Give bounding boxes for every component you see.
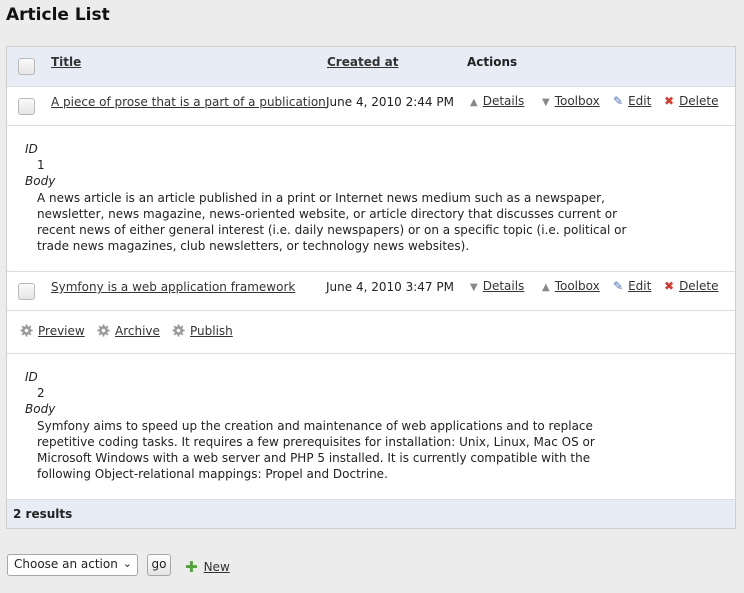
sort-title-link[interactable]: Title bbox=[51, 55, 81, 69]
results-count: 2 results bbox=[13, 507, 73, 521]
preview-link[interactable]: Preview bbox=[38, 324, 85, 338]
edit-link[interactable]: Edit bbox=[628, 279, 651, 293]
created-at: June 4, 2010 2:44 PM bbox=[326, 95, 454, 109]
go-button[interactable]: go bbox=[147, 554, 171, 576]
pencil-icon: ✎ bbox=[613, 94, 624, 108]
toolbox-link[interactable]: Toolbox bbox=[555, 279, 600, 293]
details-action[interactable]: ▲ Details bbox=[470, 94, 524, 108]
article-title-link[interactable]: Symfony is a web application framework bbox=[51, 280, 295, 294]
article-table: Title Created at Actions A piece of pros… bbox=[6, 46, 736, 529]
table-header: Title Created at Actions bbox=[7, 47, 735, 87]
toolbox-link[interactable]: Toolbox bbox=[555, 94, 600, 108]
body-value: A news article is an article published i… bbox=[37, 191, 627, 253]
table-row: A piece of prose that is a part of a pub… bbox=[7, 87, 735, 126]
batch-action-value: Choose an action bbox=[14, 557, 118, 571]
gear-icon bbox=[20, 324, 33, 337]
delete-link[interactable]: Delete bbox=[679, 94, 718, 108]
delete-x-icon: ✖ bbox=[664, 94, 675, 108]
plus-icon: ✚ bbox=[185, 558, 198, 576]
pencil-icon: ✎ bbox=[613, 279, 624, 293]
toolbox-action[interactable]: ▼ Toolbox bbox=[542, 94, 600, 108]
chevron-down-icon: ⌄ bbox=[122, 557, 132, 570]
body-label: Body bbox=[25, 402, 56, 416]
row-checkbox[interactable] bbox=[18, 283, 35, 300]
delete-x-icon: ✖ bbox=[664, 279, 675, 293]
triangle-down-icon: ▼ bbox=[542, 97, 550, 108]
row-checkbox[interactable] bbox=[18, 98, 35, 115]
edit-action[interactable]: ✎ Edit bbox=[613, 94, 651, 108]
table-row: Symfony is a web application framework J… bbox=[7, 272, 735, 311]
triangle-up-icon: ▲ bbox=[542, 282, 550, 293]
body-value: Symfony aims to speed up the creation an… bbox=[37, 419, 595, 481]
new-link[interactable]: New bbox=[204, 560, 230, 574]
row-details: ID 1 Body A news article is an article p… bbox=[7, 126, 735, 272]
archive-action[interactable]: Archive bbox=[97, 324, 160, 338]
details-action[interactable]: ▼ Details bbox=[470, 279, 524, 293]
row-details: ID 2 Body Symfony aims to speed up the c… bbox=[7, 354, 735, 500]
actions-header: Actions bbox=[467, 55, 518, 69]
article-title-link[interactable]: A piece of prose that is a part of a pub… bbox=[51, 95, 326, 109]
toolbox-bar: Preview Archive Publish bbox=[7, 311, 735, 354]
id-value: 2 bbox=[37, 386, 45, 400]
page-title: Article List bbox=[6, 5, 110, 25]
select-all-checkbox[interactable] bbox=[18, 58, 35, 75]
toolbox-action[interactable]: ▲ Toolbox bbox=[542, 279, 600, 293]
preview-action[interactable]: Preview bbox=[20, 324, 85, 338]
details-link[interactable]: Details bbox=[483, 94, 525, 108]
delete-action[interactable]: ✖ Delete bbox=[664, 279, 719, 293]
archive-link[interactable]: Archive bbox=[115, 324, 160, 338]
publish-link[interactable]: Publish bbox=[190, 324, 233, 338]
publish-action[interactable]: Publish bbox=[172, 324, 233, 338]
edit-link[interactable]: Edit bbox=[628, 94, 651, 108]
id-label: ID bbox=[25, 142, 38, 156]
id-label: ID bbox=[25, 370, 38, 384]
batch-action-select[interactable]: Choose an action ⌄ bbox=[7, 554, 138, 576]
triangle-up-icon: ▲ bbox=[470, 97, 478, 108]
details-link[interactable]: Details bbox=[483, 279, 525, 293]
delete-action[interactable]: ✖ Delete bbox=[664, 94, 719, 108]
delete-link[interactable]: Delete bbox=[679, 279, 718, 293]
triangle-down-icon: ▼ bbox=[470, 282, 478, 293]
body-label: Body bbox=[25, 174, 56, 188]
results-footer: 2 results bbox=[7, 500, 735, 528]
edit-action[interactable]: ✎ Edit bbox=[613, 279, 651, 293]
id-value: 1 bbox=[37, 158, 45, 172]
new-action[interactable]: ✚ New bbox=[185, 558, 230, 576]
gear-icon bbox=[97, 324, 110, 337]
created-at: June 4, 2010 3:47 PM bbox=[326, 280, 454, 294]
gear-icon bbox=[172, 324, 185, 337]
sort-created-at-link[interactable]: Created at bbox=[327, 55, 398, 69]
